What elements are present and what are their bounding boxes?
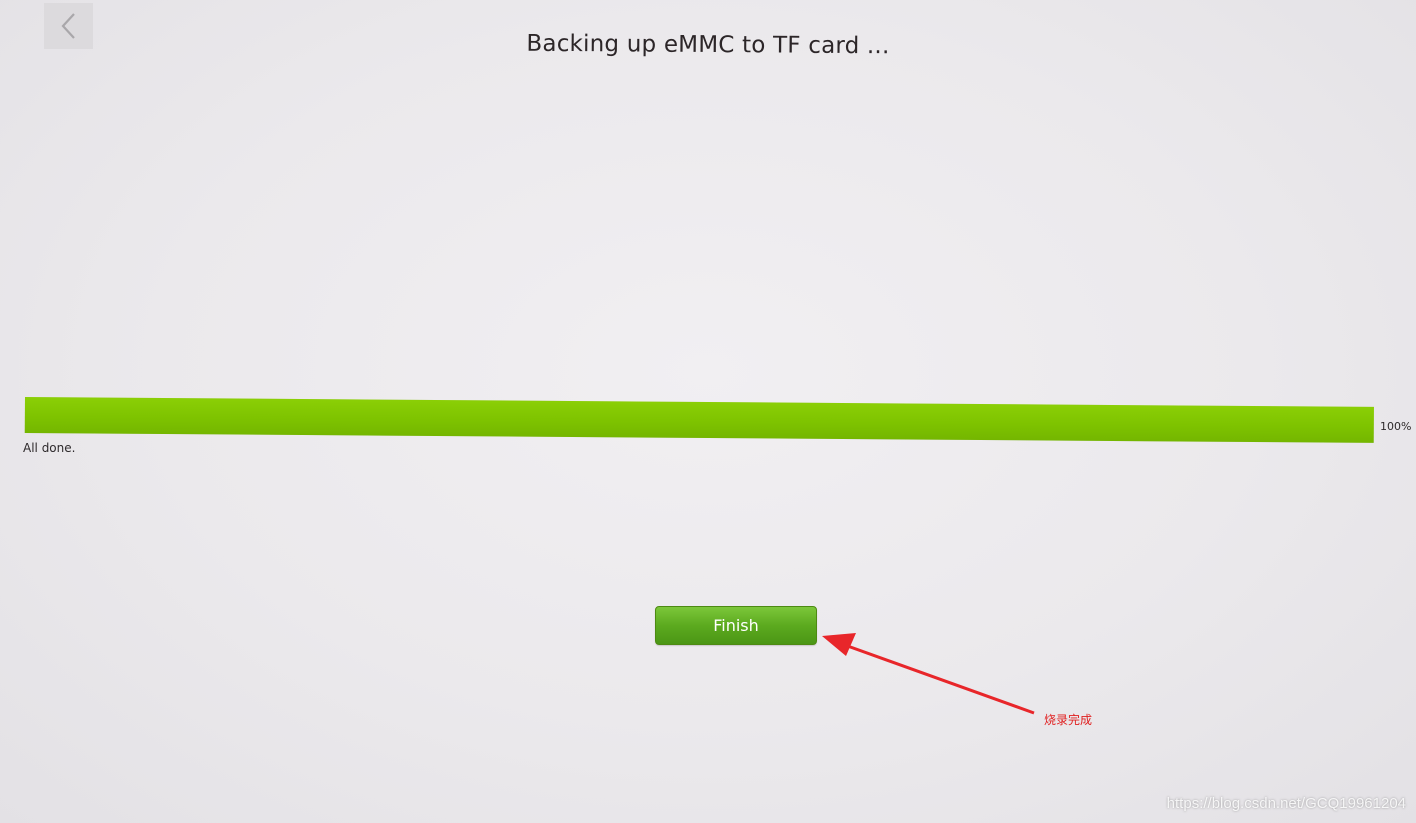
page-title: Backing up eMMC to TF card ... [526,30,890,60]
finish-button[interactable]: Finish [655,606,817,645]
watermark: https://blog.csdn.net/GCQ19961204 [1166,795,1406,812]
annotation-label: 烧录完成 [1044,713,1093,727]
status-text: All done. [23,441,76,455]
progress-bar-fill [24,397,1374,443]
progress-bar [24,397,1374,443]
progress-percent: 100% [1380,420,1412,433]
backup-screen: Backing up eMMC to TF card ... 100% All … [0,0,1416,823]
